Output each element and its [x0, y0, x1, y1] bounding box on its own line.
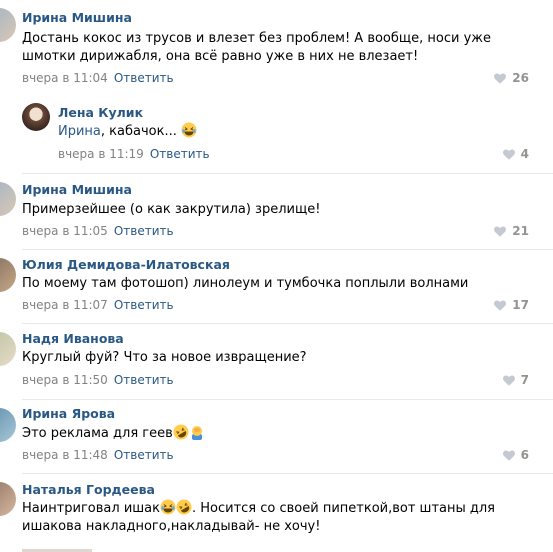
like-count: 17	[512, 298, 529, 312]
comment-item: Ирина Ярова Это реклама для геев вчера в…	[0, 400, 553, 474]
reply-link[interactable]: Ответить	[114, 71, 174, 85]
comment-text: Достань кокос из трусов и влезет без про…	[22, 31, 491, 64]
like-count: 6	[520, 448, 529, 462]
comment-meta: вчера в 11:48 Ответить	[22, 448, 174, 462]
comment-item-reply: Лена Кулик Ирина, кабачок... вчера в 11:…	[0, 98, 553, 174]
comment-time[interactable]: вчера в 11:48	[22, 448, 108, 462]
comment-text: Наинтриговал ишак. Носится со своей пипе…	[22, 499, 522, 536]
laughing-emoji-icon	[160, 499, 176, 515]
reply-link[interactable]: Ответить	[114, 373, 174, 387]
comment-text-body: Наинтриговал ишак	[22, 501, 160, 516]
avatar[interactable]	[0, 182, 16, 216]
avatar[interactable]	[0, 258, 16, 292]
comment-item: Наталья Гордеева Наинтриговал ишак. Носи…	[0, 474, 553, 552]
comment-author[interactable]: Ирина Мишина	[22, 10, 132, 25]
comment-author[interactable]: Юлия Демидова-Илатовская	[22, 257, 230, 272]
avatar[interactable]	[22, 103, 50, 131]
reply-link[interactable]: Ответить	[114, 298, 174, 312]
comment-author[interactable]: Ирина Ярова	[22, 406, 115, 421]
heart-icon	[502, 149, 515, 160]
heart-icon	[502, 375, 515, 386]
comment-text: Круглый фуй? Что за новое извращение?	[22, 350, 307, 365]
laughing-emoji-icon	[181, 122, 197, 138]
comment-meta: вчера в 11:50 Ответить	[22, 373, 174, 387]
comment-meta: вчера в 11:19 Ответить	[58, 147, 210, 161]
avatar[interactable]	[0, 8, 16, 42]
comment-time[interactable]: вчера в 11:50	[22, 373, 108, 387]
comment-item: Ирина Мишина Достань кокос из трусов и в…	[0, 0, 553, 98]
like-count: 26	[512, 71, 529, 85]
comment-item: Надя Иванова Круглый фуй? Что за новое и…	[0, 324, 553, 400]
comment-text: Примерзейшее (о как закрутила) зрелище!	[22, 202, 321, 217]
comment-text-body: , кабачок...	[100, 124, 177, 139]
comment-time[interactable]: вчера в 11:19	[58, 147, 144, 161]
comment-text-body: Это реклама для геев	[22, 426, 173, 441]
facepalm-emoji-icon	[191, 426, 202, 440]
comment-author[interactable]: Лена Кулик	[58, 105, 143, 120]
reply-link[interactable]: Ответить	[150, 147, 210, 161]
rolling-laughing-emoji-icon	[173, 424, 189, 440]
like-button[interactable]: 4	[502, 147, 529, 161]
comment-meta: вчера в 11:05 Ответить	[22, 224, 174, 238]
like-count: 4	[520, 147, 529, 161]
like-button[interactable]: 21	[494, 224, 529, 238]
like-button[interactable]: 17	[494, 298, 529, 312]
avatar[interactable]	[0, 408, 16, 442]
comment-meta: вчера в 11:04 Ответить	[22, 71, 174, 85]
comment-text: Это реклама для геев	[22, 424, 522, 443]
rolling-laughing-emoji-icon	[176, 499, 192, 515]
mention-link[interactable]: Ирина	[58, 124, 101, 139]
reply-link[interactable]: Ответить	[114, 448, 174, 462]
comment-text: По моему там фотошоп) линолеум и тумбочк…	[22, 276, 469, 291]
comment-time[interactable]: вчера в 11:04	[22, 71, 108, 85]
like-count: 7	[520, 373, 529, 387]
comment-time[interactable]: вчера в 11:05	[22, 224, 108, 238]
like-count: 21	[512, 224, 529, 238]
heart-icon	[494, 226, 507, 237]
comment-item: Ирина Мишина Примерзейшее (о как закрути…	[0, 174, 553, 250]
reply-link[interactable]: Ответить	[114, 224, 174, 238]
heart-icon	[502, 450, 515, 461]
heart-icon	[494, 300, 507, 311]
heart-icon	[494, 73, 507, 84]
comment-author[interactable]: Наталья Гордеева	[22, 482, 155, 497]
comment-text: Ирина, кабачок...	[58, 122, 518, 141]
like-button[interactable]: 26	[494, 71, 529, 85]
like-button[interactable]: 6	[502, 448, 529, 462]
comment-meta: вчера в 11:07 Ответить	[22, 298, 174, 312]
like-button[interactable]: 7	[502, 373, 529, 387]
comment-author[interactable]: Ирина Мишина	[22, 182, 132, 197]
comment-author[interactable]: Надя Иванова	[22, 331, 124, 346]
comment-time[interactable]: вчера в 11:07	[22, 298, 108, 312]
comment-item: Юлия Демидова-Илатовская По моему там фо…	[0, 250, 553, 324]
avatar[interactable]	[0, 332, 16, 366]
avatar[interactable]	[0, 482, 16, 516]
